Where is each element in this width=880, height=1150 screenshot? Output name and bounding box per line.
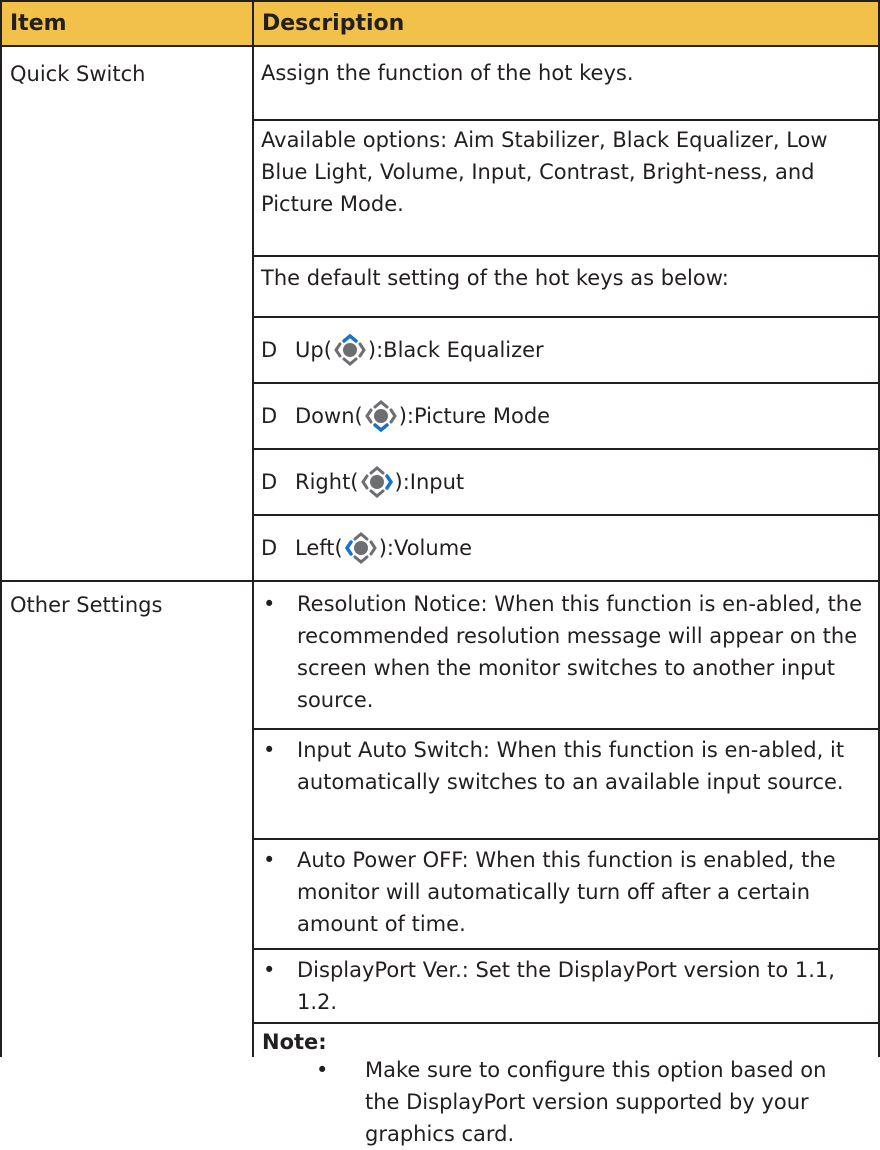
bullet: • [263,958,276,982]
hotkey-left: D Left( ):Volume [261,531,472,565]
item-quick-switch: Quick Switch [10,62,146,86]
table-header: Item Description [0,0,880,47]
hotkey-direction: Left( [295,536,343,560]
hotkey-marker: D [261,404,278,428]
joystick-left-icon [344,532,377,564]
setting-input-auto-switch: Input Auto Switch: When this function is… [297,738,845,794]
settings-table: Item Description Quick Switch Assign the… [0,0,880,1146]
row-rule [252,119,880,121]
bullet: • [263,848,276,872]
joystick-right-icon [360,466,393,498]
row-rule [252,382,880,384]
quick-switch-line3: The default setting of the hot keys as b… [261,266,729,290]
hotkey-function: ):Input [394,470,465,494]
border-left [0,0,2,1057]
bullet: • [263,592,276,616]
row-rule [252,316,880,318]
setting-displayport-ver: DisplayPort Ver.: Set the DisplayPort ve… [297,958,835,1014]
joystick-up-icon [334,333,366,366]
hotkey-down: D Down( ):Picture Mode [261,399,550,433]
header-item: Item [10,11,67,36]
note-text: Make sure to configure this option based… [365,1058,827,1146]
hotkey-direction: Up( [295,338,332,362]
quick-switch-line2: Available options: Aim Stabilizer, Black… [261,128,828,216]
setting-auto-power-off: Auto Power OFF: When this function is en… [297,848,836,936]
bullet: • [263,738,276,762]
hotkey-marker: D [261,470,278,494]
header-description: Description [262,11,405,36]
row-rule [252,948,880,950]
quick-switch-line1: Assign the function of the hot keys. [261,61,634,85]
row-rule [252,1022,880,1024]
hotkey-marker: D [261,338,278,362]
row-rule [252,728,880,730]
hotkey-function: ):Picture Mode [398,404,551,428]
section-rule [0,580,880,582]
joystick-down-icon [364,400,397,433]
setting-resolution-notice: Resolution Notice: When this function is… [297,592,863,712]
row-rule [252,514,880,516]
row-rule [252,838,880,840]
row-rule [252,448,880,450]
hotkey-function: ):Black Equalizer [367,338,544,362]
hotkey-right: D Right( ):Input [261,465,464,499]
item-other-settings: Other Settings [10,593,163,617]
hotkey-marker: D [261,536,278,560]
row-rule [252,255,880,257]
note-bullet: • [316,1058,329,1082]
column-divider [252,0,254,1057]
hotkey-direction: Right( [295,470,359,494]
hotkey-function: ):Volume [378,536,473,560]
hotkey-up: D Up( ):Black Equalizer [261,333,544,367]
note-label: Note: [262,1030,327,1054]
hotkey-direction: Down( [295,404,363,428]
